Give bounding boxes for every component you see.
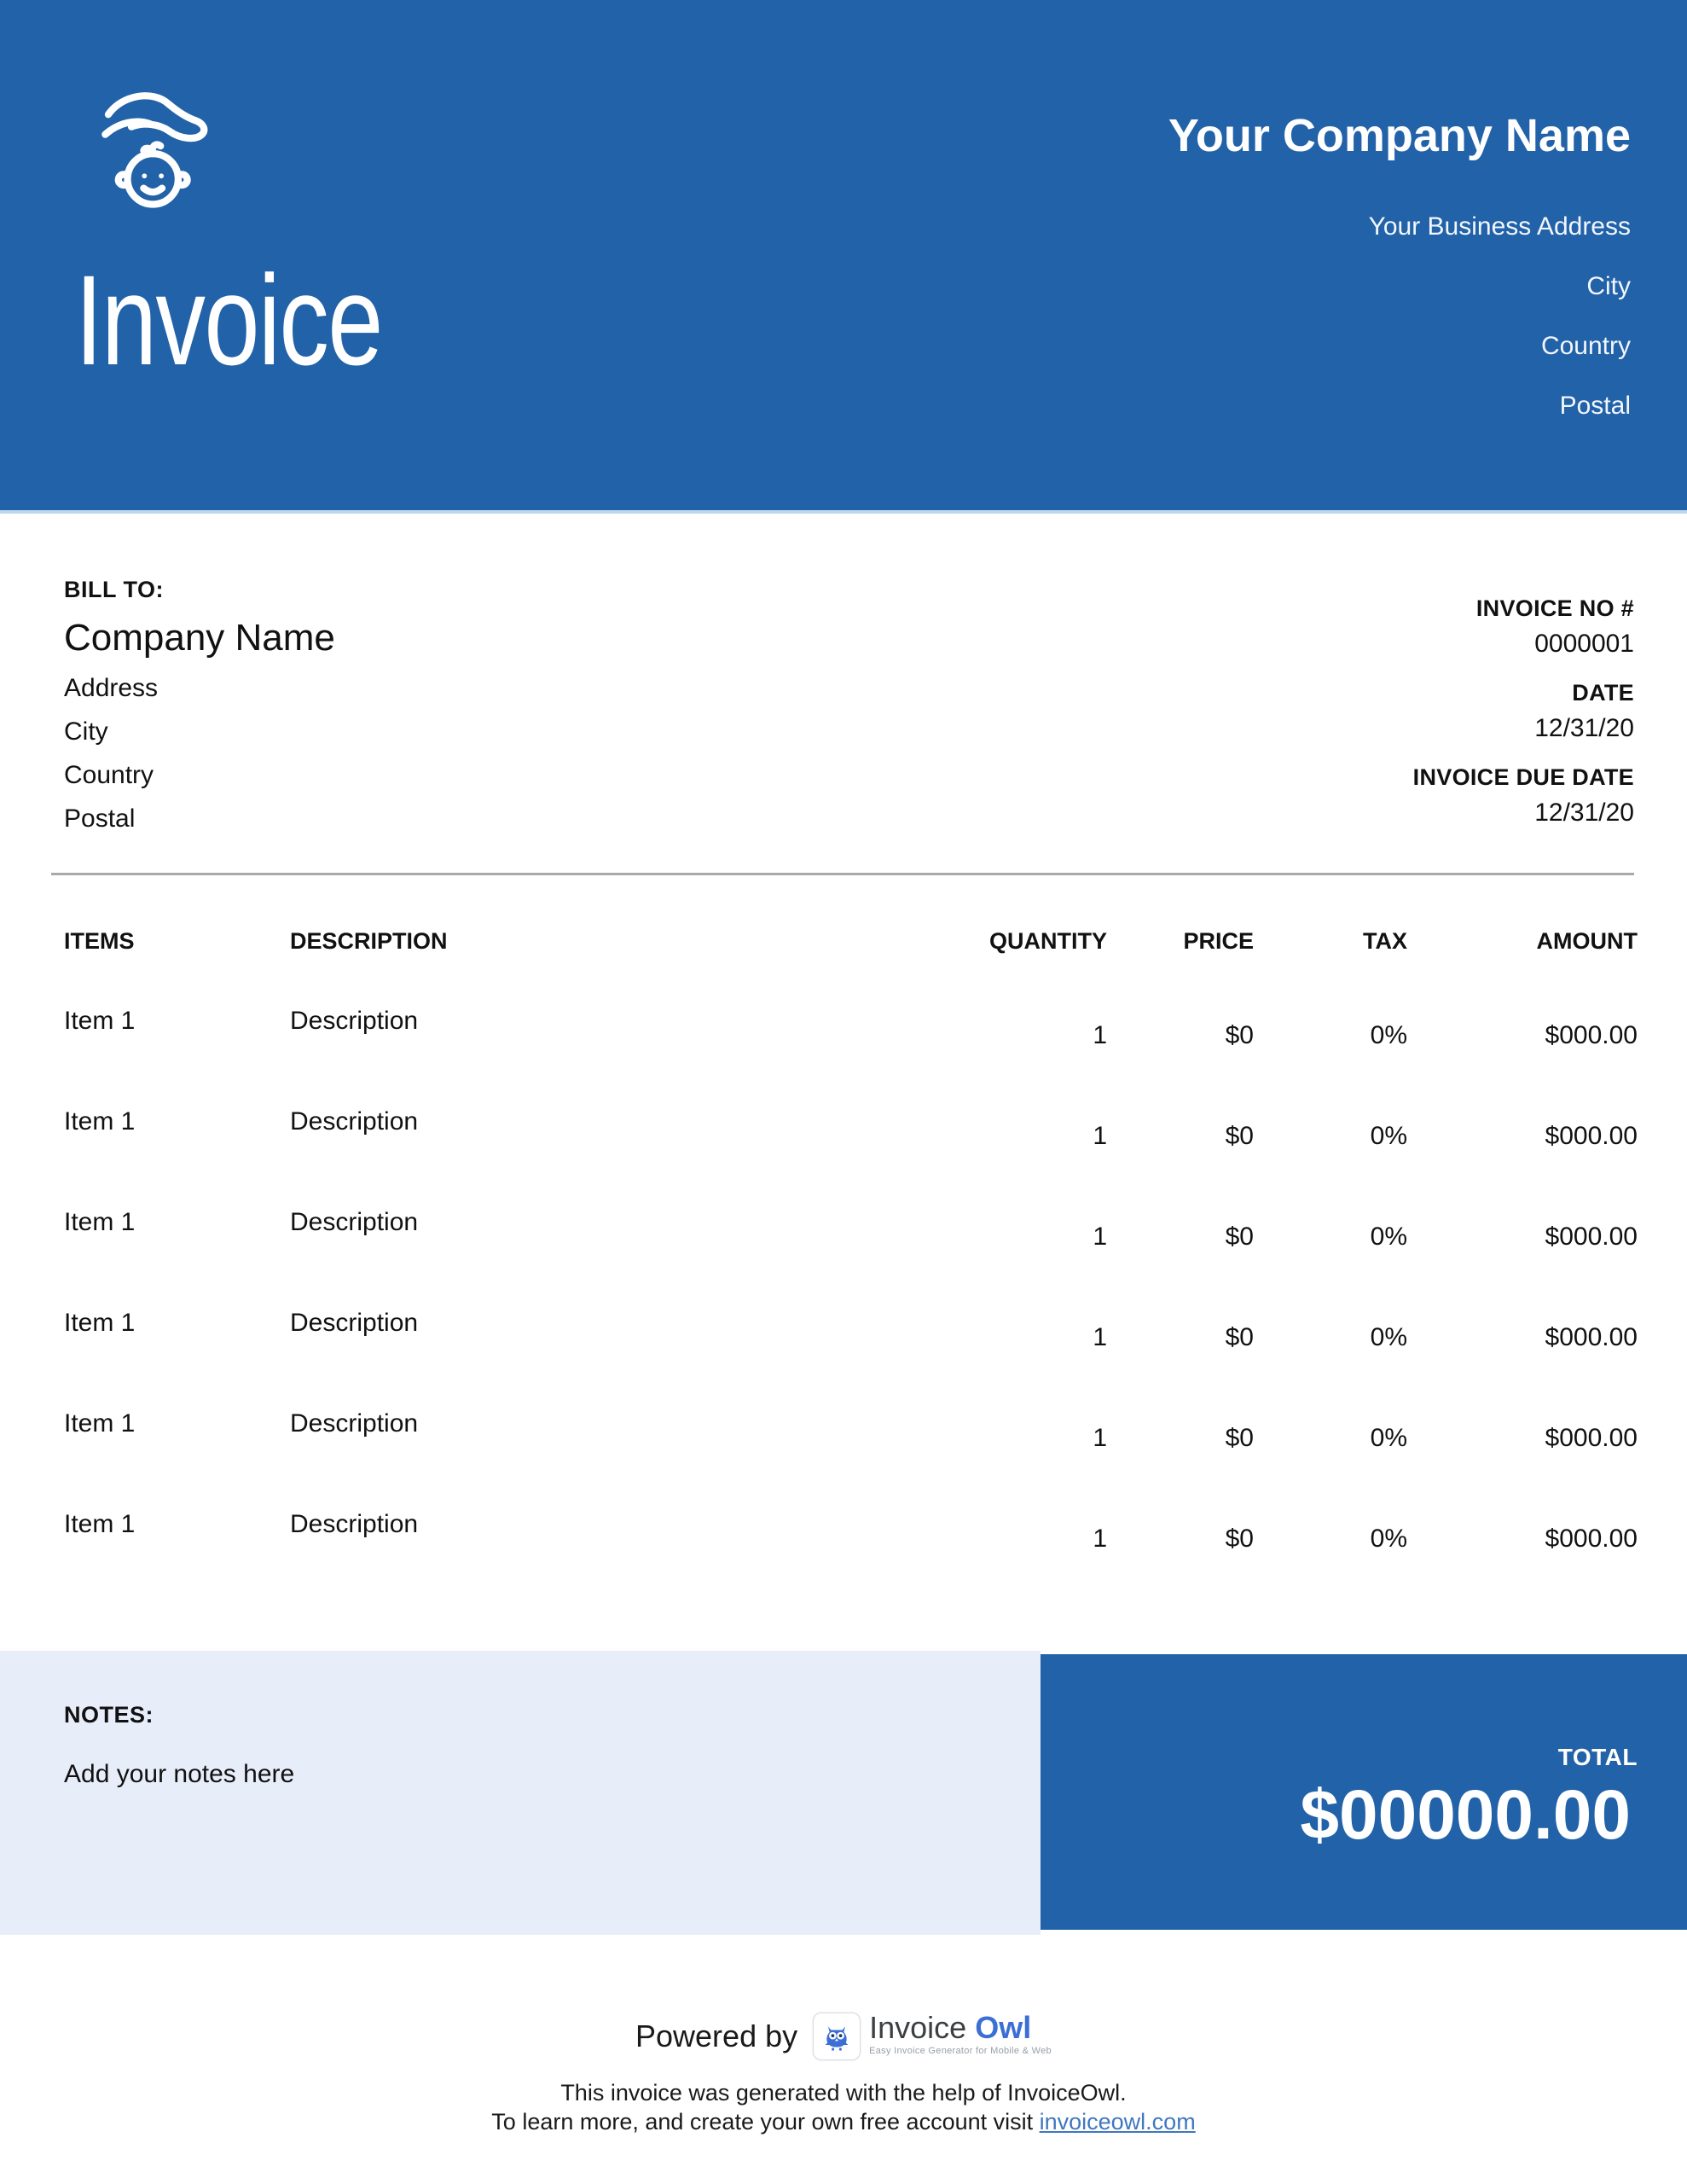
invoiceowl-logo[interactable]: Invoice Owl Easy Invoice Generator for M… <box>813 2013 1052 2060</box>
company-address-line: Postal <box>1559 392 1631 421</box>
column-header-amount: AMOUNT <box>1536 928 1638 954</box>
row-amount-cell: $000.00 <box>1545 1323 1638 1351</box>
row-amount-cell: $000.00 <box>1545 1525 1638 1553</box>
invoice-meta-block: INVOICE NO # 0000001 DATE 12/31/20 INVOI… <box>1413 595 1634 849</box>
row-description-cell: Description <box>290 1007 419 1035</box>
row-price-cell: $0 <box>1225 1021 1254 1049</box>
column-header-items: ITEMS <box>64 928 135 954</box>
table-row: Item 1 Description 1 $0 0% $000.00 <box>0 1409 1687 1510</box>
row-tax-cell: 0% <box>1370 1223 1407 1251</box>
table-row: Item 1 Description 1 $0 0% $000.00 <box>0 1510 1687 1611</box>
logo-text-column: Invoice Owl Easy Invoice Generator for M… <box>869 2013 1052 2056</box>
row-amount-cell: $000.00 <box>1545 1021 1638 1049</box>
row-quantity-cell: 1 <box>1093 1525 1107 1553</box>
section-divider <box>51 873 1634 875</box>
notes-panel: NOTES: Add your notes here <box>0 1651 1041 1935</box>
table-row: Item 1 Description 1 $0 0% $000.00 <box>0 1208 1687 1309</box>
row-quantity-cell: 1 <box>1093 1323 1107 1351</box>
footer-line-2-text: To learn more, and create your own free … <box>491 2109 1040 2135</box>
row-quantity-cell: 1 <box>1093 1223 1107 1251</box>
bill-to-line: City <box>64 717 108 746</box>
row-tax-cell: 0% <box>1370 1525 1407 1553</box>
invoiceowl-link[interactable]: invoiceowl.com <box>1040 2109 1196 2135</box>
notes-text[interactable]: Add your notes here <box>64 1760 294 1789</box>
row-amount-cell: $000.00 <box>1545 1122 1638 1150</box>
row-item-cell: Item 1 <box>64 1409 136 1438</box>
table-header-row: ITEMS DESCRIPTION QUANTITY PRICE TAX AMO… <box>0 928 1687 962</box>
row-amount-cell: $000.00 <box>1545 1223 1638 1251</box>
row-description-cell: Description <box>290 1409 419 1438</box>
logo-word-invoice: Invoice <box>869 2010 967 2045</box>
table-row: Item 1 Description 1 $0 0% $000.00 <box>0 1309 1687 1409</box>
powered-by-row: Powered by Invoice Owl Easy Invoice Gene… <box>0 2007 1687 2066</box>
column-header-tax: TAX <box>1363 928 1407 954</box>
invoice-due-date-label: INVOICE DUE DATE <box>1412 764 1634 790</box>
row-quantity-cell: 1 <box>1093 1021 1107 1049</box>
row-tax-cell: 0% <box>1370 1122 1407 1150</box>
row-price-cell: $0 <box>1225 1122 1254 1150</box>
page-title: Invoice <box>75 248 383 392</box>
row-description-cell: Description <box>290 1510 419 1538</box>
row-item-cell: Item 1 <box>64 1309 136 1337</box>
row-price-cell: $0 <box>1225 1424 1254 1452</box>
row-item-cell: Item 1 <box>64 1510 136 1538</box>
row-item-cell: Item 1 <box>64 1007 136 1035</box>
row-price-cell: $0 <box>1225 1323 1254 1351</box>
row-tax-cell: 0% <box>1370 1424 1407 1452</box>
owl-icon <box>825 2026 849 2051</box>
bill-to-company: Company Name <box>64 617 335 659</box>
header-band: Invoice Your Company Name Your Business … <box>0 0 1687 514</box>
footer-line-2: To learn more, and create your own free … <box>0 2109 1687 2135</box>
bill-to-line: Country <box>64 761 154 789</box>
column-header-quantity: QUANTITY <box>989 928 1107 954</box>
row-price-cell: $0 <box>1225 1525 1254 1553</box>
table-row: Item 1 Description 1 $0 0% $000.00 <box>0 1107 1687 1208</box>
row-item-cell: Item 1 <box>64 1107 136 1136</box>
company-block: Your Company Name Your Business Address … <box>1168 110 1631 421</box>
invoice-due-date-value: 12/31/20 <box>1534 799 1634 827</box>
column-header-description: DESCRIPTION <box>290 928 448 954</box>
company-address-line: Country <box>1540 332 1631 361</box>
row-item-cell: Item 1 <box>64 1208 136 1236</box>
row-quantity-cell: 1 <box>1093 1122 1107 1150</box>
invoice-number-label: INVOICE NO # <box>1475 595 1634 621</box>
row-tax-cell: 0% <box>1370 1021 1407 1049</box>
company-address-line: Your Business Address <box>1368 212 1631 241</box>
company-address-line: City <box>1586 272 1631 301</box>
invoice-page: Invoice Your Company Name Your Business … <box>0 0 1687 2184</box>
table-row: Item 1 Description 1 $0 0% $000.00 <box>0 1007 1687 1107</box>
notes-label: NOTES: <box>64 1702 154 1728</box>
footer-line-1: This invoice was generated with the help… <box>560 2080 1127 2106</box>
row-quantity-cell: 1 <box>1093 1424 1107 1452</box>
total-label: TOTAL <box>1557 1744 1638 1770</box>
column-header-price: PRICE <box>1183 928 1254 954</box>
total-value: $00000.00 <box>1300 1776 1631 1854</box>
invoice-number-value: 0000001 <box>1534 630 1634 658</box>
invoice-date-value: 12/31/20 <box>1534 714 1634 742</box>
owl-logo-box <box>813 2013 861 2060</box>
bill-to-block: BILL TO: Company Name Address City Count… <box>64 577 335 834</box>
company-name: Your Company Name <box>1168 110 1631 161</box>
logo-tagline: Easy Invoice Generator for Mobile & Web <box>869 2046 1052 2056</box>
row-description-cell: Description <box>290 1107 419 1136</box>
logo-word-owl: Owl <box>975 2010 1032 2045</box>
childcare-hand-over-baby-icon <box>101 92 208 208</box>
bill-to-label: BILL TO: <box>64 577 164 602</box>
bill-to-line: Address <box>64 674 159 702</box>
row-description-cell: Description <box>290 1208 419 1236</box>
logo-wordmark: Invoice Owl <box>869 2013 1052 2043</box>
row-description-cell: Description <box>290 1309 419 1337</box>
invoice-date-label: DATE <box>1572 680 1634 706</box>
row-tax-cell: 0% <box>1370 1323 1407 1351</box>
row-amount-cell: $000.00 <box>1545 1424 1638 1452</box>
total-panel: TOTAL $00000.00 <box>1041 1654 1687 1930</box>
bill-to-line: Postal <box>64 804 136 833</box>
powered-by-text: Powered by <box>635 2018 798 2053</box>
row-price-cell: $0 <box>1225 1223 1254 1251</box>
